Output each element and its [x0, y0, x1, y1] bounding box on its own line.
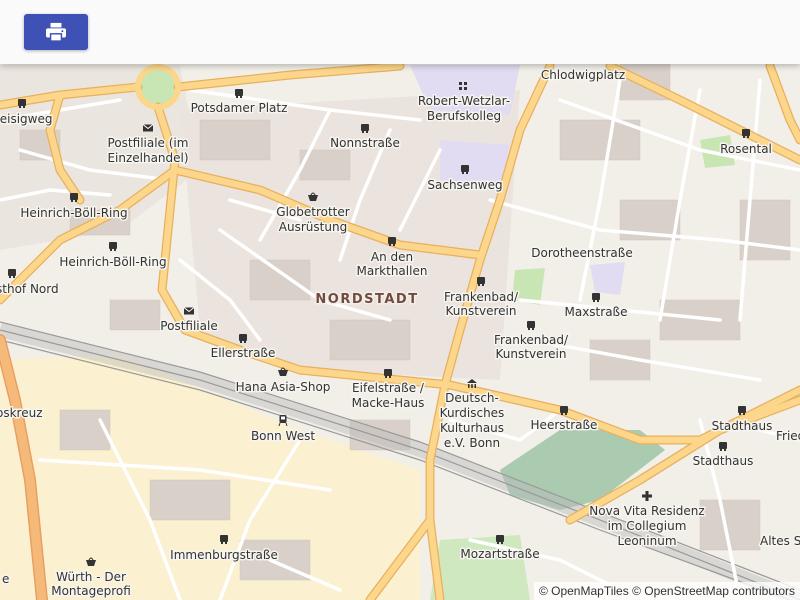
place-label-eifelstrasse: Eifelstraße /: [352, 381, 425, 395]
park-area-2: [430, 535, 530, 600]
building: [329, 319, 411, 361]
school-area-3: [590, 262, 625, 295]
place-label-postfiliale: Postfiliale (im: [108, 136, 189, 150]
map-canvas[interactable]: NORDSTADT Zeisigweg Postfiliale (im Einz…: [0, 0, 800, 600]
place-label-nonnstrasse: Nonnstraße: [330, 136, 400, 150]
place-label-globetrotter: Ausrüstung: [279, 220, 347, 234]
place-label-immenburgstrasse: Immenburgstraße: [170, 548, 278, 562]
place-label-frankenbad-2: Frankenbad/: [494, 333, 569, 347]
place-label-wetzlar: Berufskolleg: [427, 109, 501, 123]
toolbar: [0, 0, 800, 64]
place-label-rosental: Rosental: [720, 142, 772, 156]
bus-stop-icon: [8, 269, 16, 278]
bus-stop-icon: [527, 321, 535, 330]
place-label-ellerstrasse: Ellerstraße: [211, 346, 276, 360]
place-label-kulturhaus: Kurdisches: [440, 406, 505, 420]
place-label-globetrotter: Globetrotter: [276, 205, 349, 219]
district-label: NORDSTADT: [315, 292, 418, 307]
place-label-kulturhaus: Deutsch-: [445, 391, 499, 405]
place-label-nova-vita: Nova Vita Residenz: [589, 504, 704, 518]
printer-icon: [46, 22, 66, 42]
place-label-frankenbad: Kunstverein: [446, 304, 517, 318]
copyright-symbol: ©: [538, 584, 548, 598]
place-label-kulturhaus: Kulturhaus: [440, 421, 504, 435]
place-label-wetzlar: Robert-Wetzlar-: [418, 94, 510, 108]
community-center-icon: [467, 379, 477, 388]
building: [109, 299, 161, 331]
major-road: [766, 62, 800, 144]
print-button[interactable]: [24, 14, 88, 50]
bus-stop-icon: [592, 293, 600, 302]
building: [659, 299, 741, 341]
place-label-nova-vita: im Collegium: [608, 519, 687, 533]
place-label-heinrich-boell: Heinrich-Böll-Ring: [59, 255, 166, 269]
place-label-hof-nord: sthof Nord: [0, 282, 59, 296]
place-label-altes: Altes St: [760, 534, 800, 548]
building: [149, 479, 231, 521]
place-label-nova-vita: Leoninum: [617, 534, 676, 548]
health-cross-icon: [642, 491, 652, 501]
place-label-zeisigweg: Zeisigweg: [0, 112, 52, 126]
building: [249, 259, 311, 301]
place-label-chlodwigplatz: Chlodwigplatz: [541, 68, 625, 82]
place-label-frankenbad: Frankenbad/: [444, 290, 519, 304]
place-label-heerstrasse: Heerstraße: [531, 418, 598, 432]
place-label-eifelstrasse: Macke-Haus: [352, 396, 425, 410]
map-attribution: © OpenMapTiles © OpenStreetMap contribut…: [533, 582, 800, 600]
building: [59, 409, 111, 451]
place-label-maxstrasse: Maxstraße: [565, 305, 628, 319]
post-office-icon: [142, 124, 154, 132]
place-label-heinrich-boell: Heinrich-Böll-Ring: [20, 206, 127, 220]
bus-stop-icon: [719, 442, 727, 451]
place-label-kreuz: oskreuz: [0, 406, 43, 420]
place-label-stadthaus: Stadthaus: [693, 454, 754, 468]
openmaptiles-link[interactable]: OpenMapTiles: [551, 584, 629, 598]
place-label-potsdamer-platz: Potsdamer Platz: [191, 101, 288, 115]
bus-stop-icon: [109, 242, 117, 251]
place-label-mozartstrasse: Mozartstraße: [460, 547, 539, 561]
place-label-kulturhaus: e.V. Bonn: [444, 436, 500, 450]
place-label-edge: e: [2, 572, 9, 586]
copyright-symbol: ©: [632, 584, 641, 598]
place-label-fried: Fried: [776, 429, 800, 443]
place-label-postfiliale: Einzelhandel): [107, 151, 188, 165]
major-road: [174, 62, 404, 91]
place-label-sachsenweg: Sachsenweg: [427, 178, 502, 192]
place-label-frankenbad-2: Kunstverein: [496, 347, 567, 361]
place-label-an-den-markthallen: An den: [371, 250, 413, 264]
building: [199, 119, 271, 161]
place-label-wuerth: Würth - Der: [56, 570, 126, 584]
post-office-icon: [183, 307, 195, 315]
place-label-an-den-markthallen: Markthallen: [357, 264, 428, 278]
openstreetmap-link[interactable]: OpenStreetMap contributors: [644, 584, 795, 598]
place-label-hana-asia-shop: Hana Asia-Shop: [236, 380, 331, 394]
place-label-postfiliale-2: Postfiliale: [160, 319, 217, 333]
place-label-stadthaus: Stadthaus: [712, 419, 773, 433]
place-label-dorotheenstrasse: Dorotheenstraße: [531, 246, 632, 260]
place-label-wuerth: Montageprofi: [51, 584, 131, 598]
place-label-bonn-west: Bonn West: [251, 429, 315, 443]
bus-stop-icon: [738, 406, 746, 415]
